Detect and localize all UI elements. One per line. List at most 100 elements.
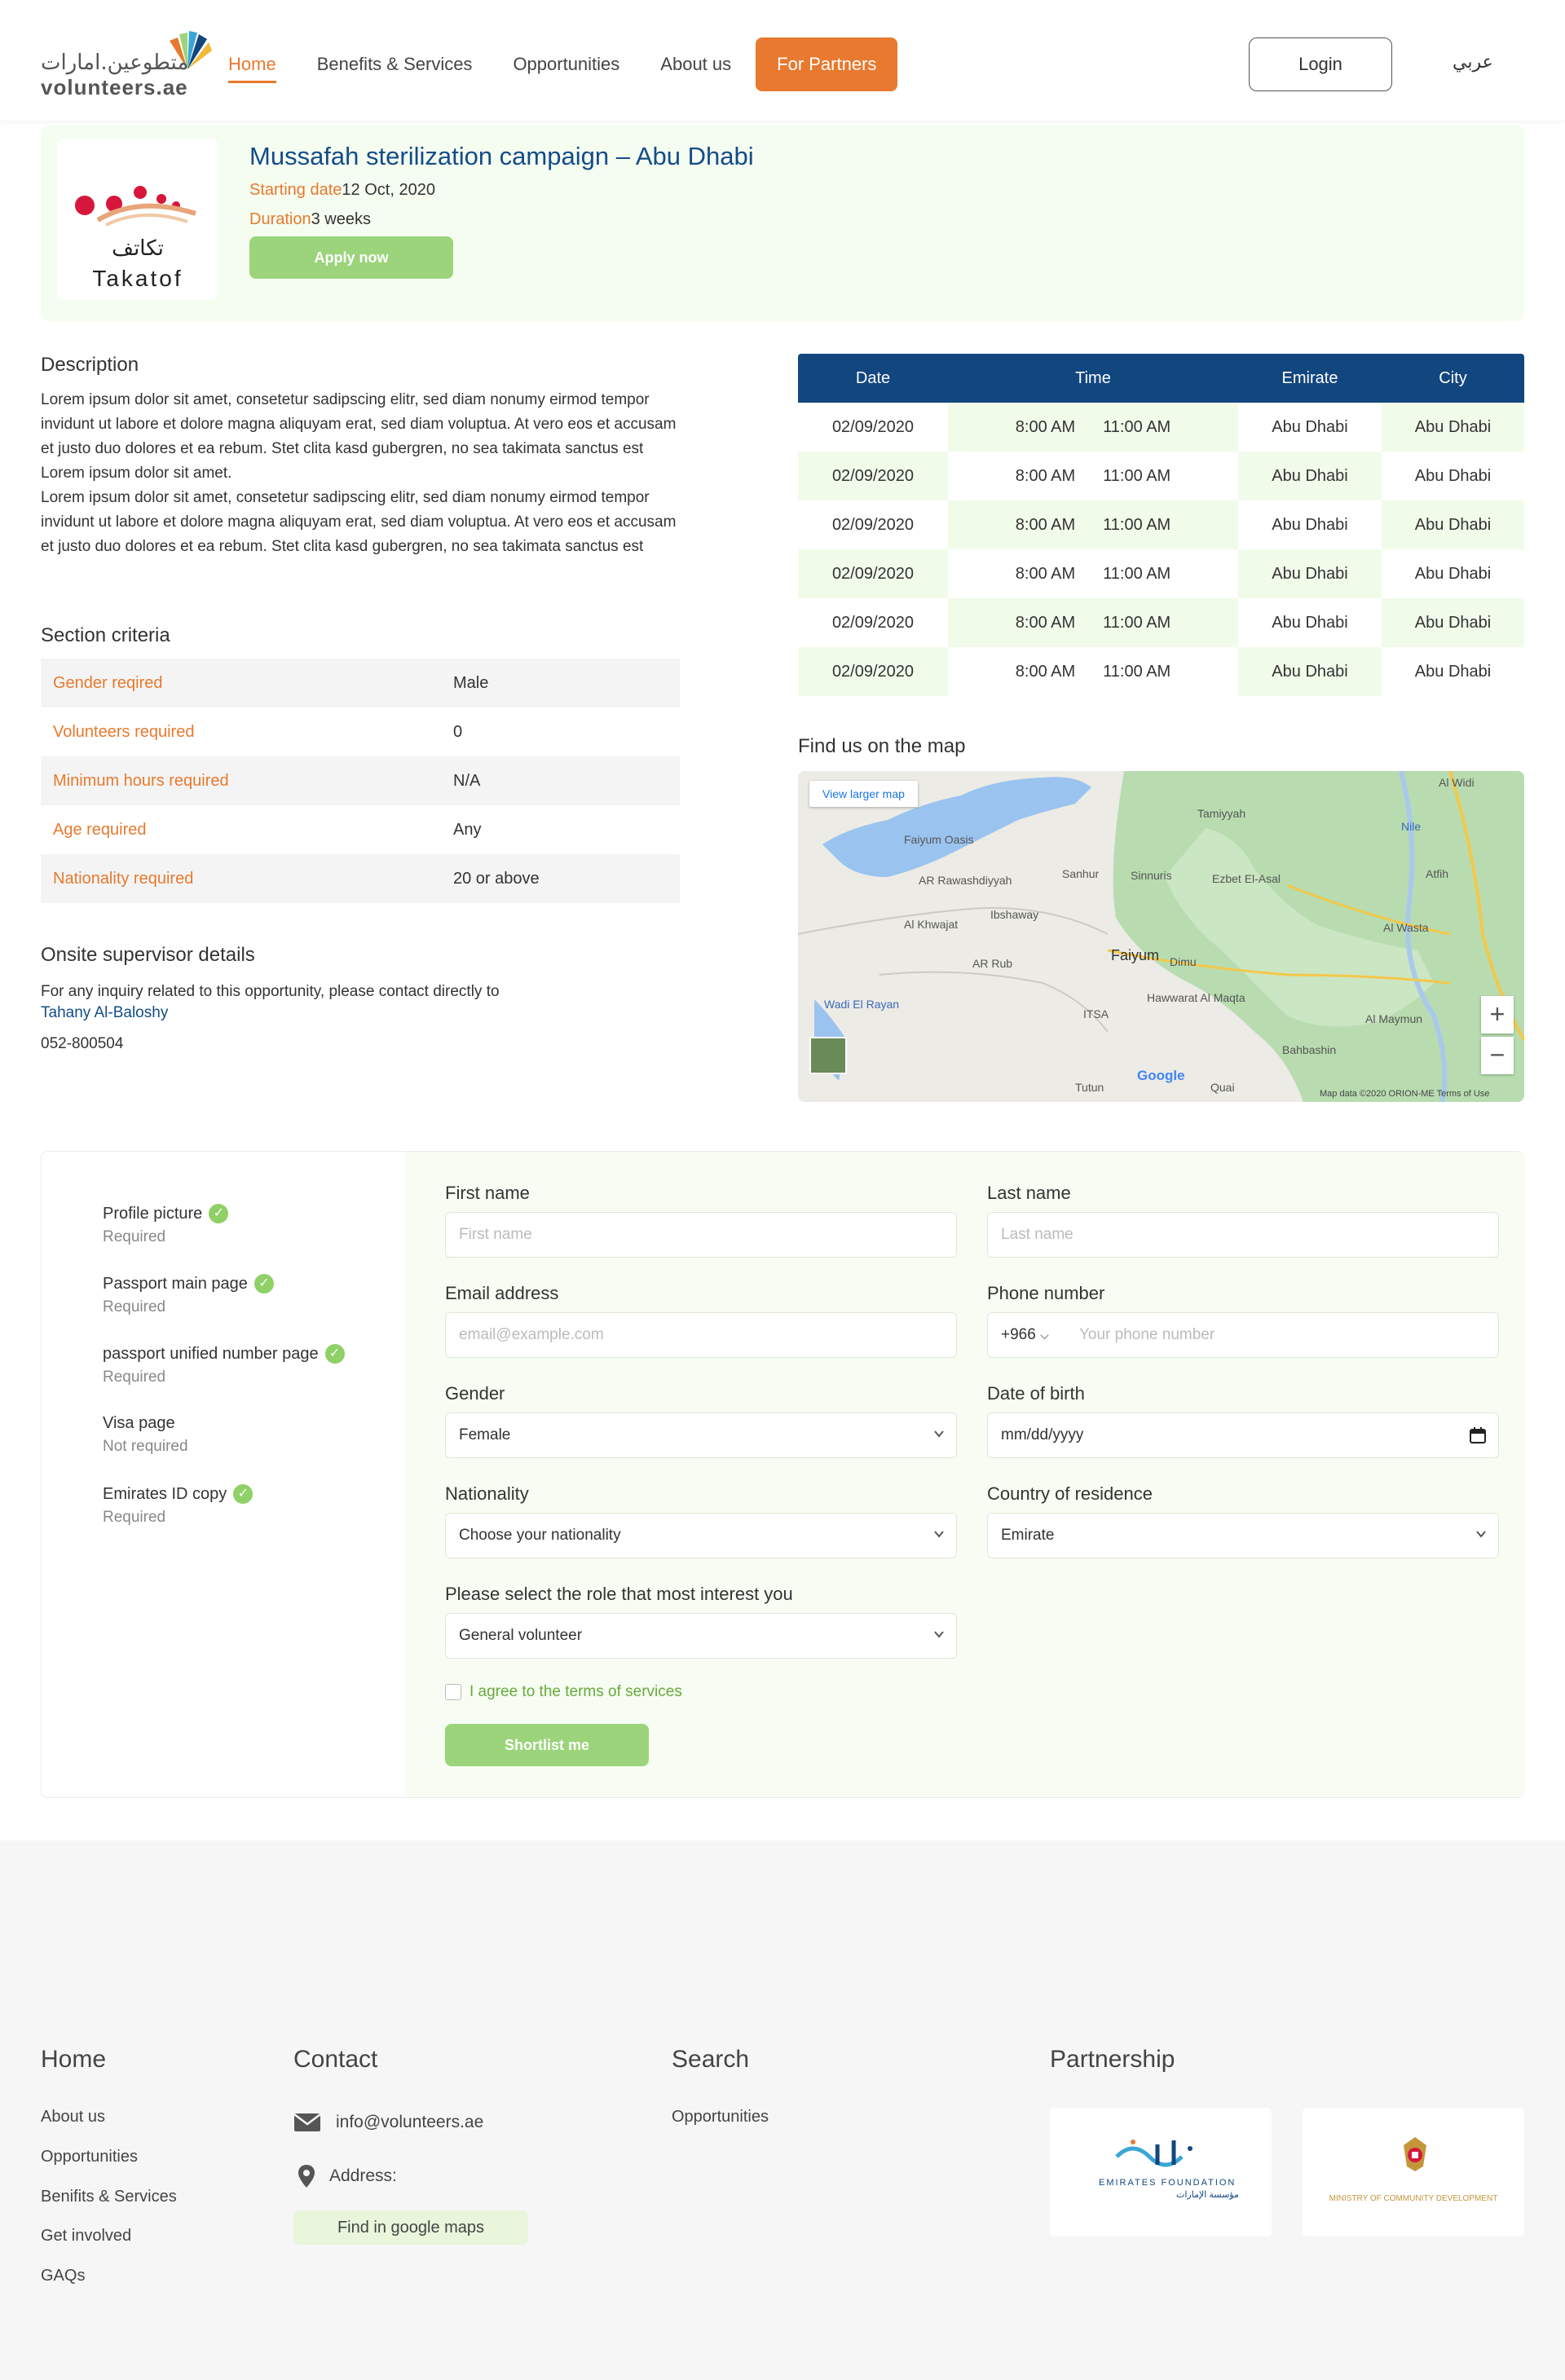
header-time: Time (1075, 368, 1111, 387)
dob-value: mm/dd/yyyy (1001, 1426, 1084, 1443)
schedule-date: 02/09/2020 (831, 418, 915, 436)
schedule-time-from: 8:00 AM (1015, 663, 1076, 681)
nav-about[interactable]: About us (660, 49, 731, 80)
schedule-row: 02/09/2020 8:00 AM 11:00 AM Abu Dhabi Abu Dh… (798, 500, 1524, 549)
schedule-date: 02/09/2020 (798, 452, 948, 500)
site-logo[interactable]: متطوعين.امارات volunteers.ae (41, 24, 212, 99)
map-label: Atfih (1426, 867, 1449, 880)
shortlist-me-button[interactable]: Shortlist me (445, 1724, 649, 1766)
uae-emblem-icon (1404, 2137, 1426, 2171)
find-in-google-maps-button[interactable]: Find in google maps (293, 2210, 528, 2245)
footer-partnership-title: Partnership (1050, 2046, 1175, 2073)
map-label: Faiyum (1111, 947, 1160, 963)
nationality-label: Nationality (445, 1483, 529, 1504)
terms-agreement: I agree to the terms of services (445, 1683, 682, 1701)
map-zoom-in-button[interactable]: + (1481, 996, 1514, 1034)
document-item[interactable]: Visa page Not required (103, 1414, 347, 1456)
chevron-down-icon (934, 1531, 944, 1538)
footer-email[interactable]: info@volunteers.ae (293, 2113, 483, 2132)
map-label: Tutun (1075, 1081, 1104, 1094)
form-fields-area: First name First name Last name Last nam… (404, 1152, 1525, 1797)
opportunity-title: Mussafah sterilization campaign – Abu Dh… (249, 142, 754, 170)
gender-label: Gender (445, 1383, 505, 1404)
schedule-time-to: 11:00 AM (1103, 467, 1171, 485)
header-emirate: Emirate (1281, 368, 1338, 387)
for-partners-button[interactable]: For Partners (756, 37, 898, 91)
supervisor-phone: 052-800504 (41, 1035, 124, 1052)
partner-ministry-community[interactable]: MINISTRY OF COMMUNITY DEVELOPMENT (1303, 2108, 1524, 2237)
calendar-icon[interactable] (1469, 1426, 1487, 1444)
document-item[interactable]: Emirates ID copy ✓ Required (103, 1484, 347, 1527)
nav-home[interactable]: Home (228, 49, 276, 83)
schedule-time-from: 8:00 AM (1015, 467, 1076, 485)
description-title: Description (41, 354, 139, 376)
schedule-emirate: Abu Dhabi (1238, 549, 1382, 598)
description-paragraph-1: Lorem ipsum dolor sit amet, consetetur s… (41, 391, 677, 482)
main-nav: Home Benefits & Services Opportunities A… (228, 37, 898, 91)
footer-address: Address: (298, 2165, 397, 2188)
terms-label[interactable]: I agree to the terms of services (470, 1683, 682, 1701)
terms-checkbox[interactable] (445, 1684, 461, 1700)
location-map[interactable]: View larger map Faiyum Oasis AR Rawashdi… (798, 771, 1524, 1102)
footer-link-get-involved[interactable]: Get involved (41, 2227, 131, 2246)
check-icon: ✓ (253, 1274, 274, 1294)
supervisor-name-link[interactable]: Tahany Al-Baloshy (41, 1004, 168, 1022)
view-larger-map-link[interactable]: View larger map (809, 781, 918, 807)
email-input[interactable]: email@example.com (445, 1312, 957, 1358)
gender-select[interactable]: Female (445, 1413, 957, 1458)
schedule-time-from: 8:00 AM (1015, 614, 1076, 632)
footer-link-search-opportunities[interactable]: Opportunities (672, 2108, 769, 2127)
login-button[interactable]: Login (1249, 37, 1392, 91)
header-date: Date (855, 368, 891, 387)
phone-input[interactable]: +966 ⌵ Your phone number (987, 1312, 1499, 1358)
check-icon: ✓ (233, 1484, 253, 1504)
map-label: Sinnuris (1131, 869, 1172, 882)
map-label: AR Rub (972, 957, 1013, 970)
footer-home-title: Home (41, 2046, 107, 2073)
first-name-input[interactable]: First name (445, 1212, 957, 1258)
map-satellite-toggle[interactable] (809, 1037, 847, 1074)
nav-benefits[interactable]: Benefits & Services (317, 49, 473, 80)
google-logo: Google (1137, 1068, 1185, 1083)
role-select[interactable]: General volunteer (445, 1613, 957, 1659)
map-label: Tamiyyah (1197, 807, 1246, 820)
criteria-value: N/A (453, 771, 481, 790)
dob-input[interactable]: mm/dd/yyyy (987, 1413, 1499, 1458)
map-attribution[interactable]: Map data ©2020 ORION-ME Terms of Use (1320, 1089, 1489, 1099)
map-label: Quai (1210, 1081, 1235, 1094)
schedule-time-to: 11:00 AM (1103, 663, 1171, 681)
map-label: AR Rawashdiyyah (919, 874, 1012, 887)
document-item[interactable]: Profile picture ✓ Required (103, 1204, 347, 1246)
schedule-emirate: Abu Dhabi (1272, 418, 1348, 436)
phone-country-code[interactable]: +966 ⌵ (1001, 1313, 1049, 1357)
criteria-value: 20 or above (453, 869, 540, 888)
schedule-time: 8:00 AM 11:00 AM (948, 598, 1238, 647)
footer-link-about[interactable]: About us (41, 2108, 105, 2127)
nav-opportunities[interactable]: Opportunities (513, 49, 619, 80)
application-form: Profile picture ✓ Required Passport main … (41, 1151, 1525, 1798)
document-status: Required (103, 1509, 166, 1526)
document-item[interactable]: Passport main page ✓ Required (103, 1274, 347, 1316)
nationality-select[interactable]: Choose your nationality (445, 1513, 957, 1558)
document-item[interactable]: passport unified number page ✓ Required (103, 1344, 347, 1386)
footer-link-opportunities[interactable]: Opportunities (41, 2148, 138, 2166)
schedule-time-from: 8:00 AM (1015, 418, 1076, 436)
last-name-input[interactable]: Last name (987, 1212, 1499, 1258)
criteria-title: Section criteria (41, 624, 170, 646)
starting-date-value: 12 Oct, 2020 (342, 181, 435, 199)
criteria-key: Gender reqired (53, 673, 163, 692)
duration: Duration3 weeks (249, 210, 371, 229)
apply-now-button[interactable]: Apply now (249, 236, 453, 279)
check-icon: ✓ (324, 1344, 345, 1364)
supervisor-text: For any inquiry related to this opportun… (41, 983, 500, 1000)
map-zoom-out-button[interactable]: − (1481, 1037, 1514, 1074)
country-select[interactable]: Emirate (987, 1513, 1499, 1558)
criteria-row: Minimum hours required N/A (41, 756, 680, 805)
language-switch[interactable]: عربي (1453, 52, 1493, 73)
footer-link-benefits[interactable]: Benifits & Services (41, 2188, 177, 2206)
document-name: Visa page (103, 1414, 175, 1432)
schedule-time-to: 11:00 AM (1103, 614, 1171, 632)
partner-emirates-foundation[interactable]: EMIRATES FOUNDATION مؤسسة الإمارات (1050, 2108, 1272, 2237)
footer-link-faqs[interactable]: GAQs (41, 2267, 85, 2285)
map-label: Hawwarat Al Maqta (1147, 991, 1245, 1004)
